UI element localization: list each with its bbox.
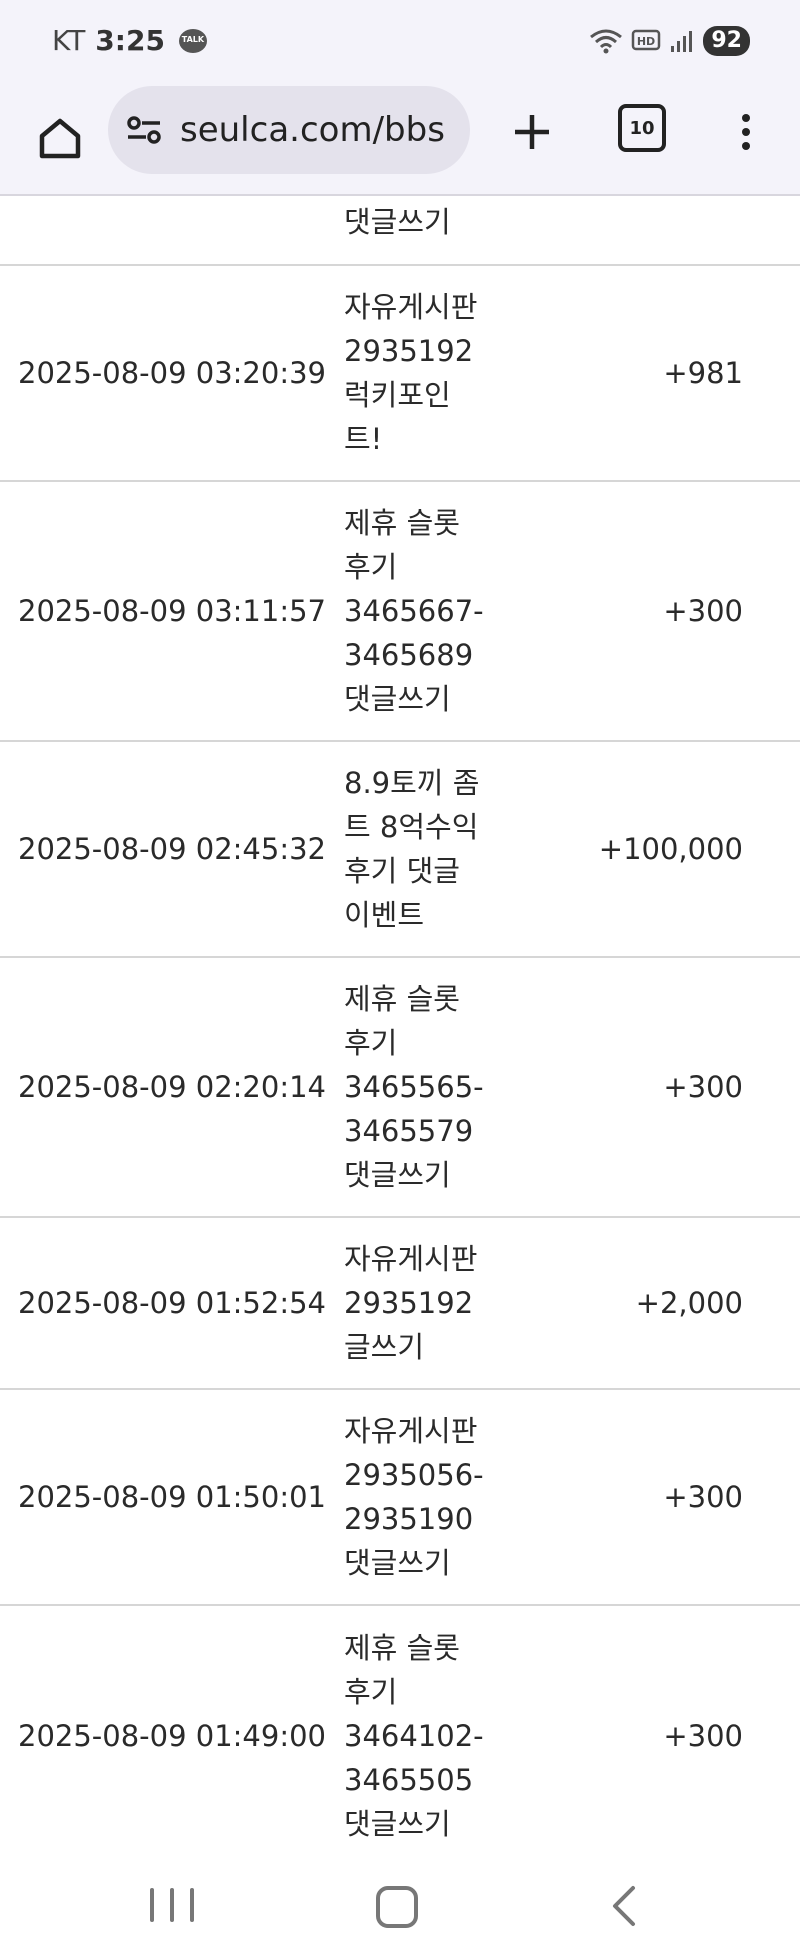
row-amount: +981 <box>663 356 743 390</box>
row-description: 자유게시판 2935192 럭키포인 트! <box>344 290 478 456</box>
row-date: 2025-08-09 02:45:32 <box>18 832 326 866</box>
new-tab-button[interactable] <box>500 100 564 164</box>
table-row: 2025-08-09 03:20:39 자유게시판 2935192 럭키포인 트… <box>0 266 800 482</box>
status-right: HD 92 <box>589 26 750 56</box>
row-date: 2025-08-09 03:20:39 <box>18 356 326 390</box>
clock: 3:25 <box>95 24 165 57</box>
wifi-icon <box>590 29 623 54</box>
point-history-list: 댓글쓰기 2025-08-09 03:20:39 자유게시판 2935192 럭… <box>0 196 800 1866</box>
row-date: 2025-08-09 01:52:54 <box>18 1286 326 1320</box>
menu-dot-icon <box>742 142 750 150</box>
plus-icon <box>515 115 549 149</box>
browser-menu-button[interactable] <box>722 100 770 164</box>
row-amount: +300 <box>663 594 743 628</box>
row-amount: +300 <box>663 1070 743 1104</box>
status-bar: KT 3:25 TALK HD 92 <box>0 0 800 86</box>
row-date: 2025-08-09 01:50:01 <box>18 1480 326 1514</box>
url-text: seulca.com/bbs <box>180 110 445 150</box>
menu-dot-icon <box>742 128 750 136</box>
home-button[interactable] <box>28 106 92 170</box>
system-home-button[interactable] <box>376 1886 418 1928</box>
system-navigation-bar <box>0 1862 800 1956</box>
row-description: 자유게시판 2935192 글쓰기 <box>344 1242 478 1364</box>
row-description: 제휴 슬롯 후기 3465667- 3465689 댓글쓰기 <box>344 506 484 716</box>
row-description: 8.9토끼 좀 트 8억수익 후기 댓글 이벤트 <box>344 766 480 932</box>
row-amount: +300 <box>663 1719 743 1753</box>
back-button[interactable] <box>602 1884 646 1928</box>
row-amount: +100,000 <box>598 832 743 866</box>
address-bar[interactable]: seulca.com/bbs <box>108 86 470 174</box>
row-date: 2025-08-09 02:20:14 <box>18 1070 326 1104</box>
row-date: 2025-08-09 03:11:57 <box>18 594 326 628</box>
table-row: 2025-08-09 01:50:01 자유게시판 2935056- 29351… <box>0 1390 800 1606</box>
back-chevron-icon <box>613 1886 635 1926</box>
kakaotalk-notification-icon: TALK <box>178 28 207 53</box>
row-description: 제휴 슬롯 후기 3465565- 3465579 댓글쓰기 <box>344 982 484 1192</box>
row-date: 2025-08-09 01:49:00 <box>18 1719 326 1753</box>
table-row: 2025-08-09 02:20:14 제휴 슬롯 후기 3465565- 34… <box>0 958 800 1218</box>
carrier-label: KT <box>52 24 86 57</box>
row-description: 자유게시판 2935056- 2935190 댓글쓰기 <box>344 1414 484 1580</box>
table-row: 2025-08-09 01:52:54 자유게시판 2935192 글쓰기 +2… <box>0 1218 800 1390</box>
hd-label: HD <box>637 35 655 48</box>
status-left: KT 3:25 TALK <box>52 24 207 57</box>
recent-apps-icon <box>190 1888 194 1922</box>
home-icon <box>39 118 81 159</box>
table-row: 2025-08-09 01:49:00 제휴 슬롯 후기 3464102- 34… <box>0 1606 800 1866</box>
talk-badge-text: TALK <box>181 34 205 44</box>
recent-apps-icon <box>150 1888 154 1922</box>
hd-voice-icon: HD <box>632 29 661 51</box>
table-row: 2025-08-09 02:45:32 8.9토끼 좀 트 8억수익 후기 댓글… <box>0 742 800 958</box>
row-description: 제휴 슬롯 후기 3464102- 3465505 댓글쓰기 <box>344 1631 484 1841</box>
menu-dot-icon <box>742 114 750 122</box>
row-amount: +2,000 <box>635 1286 743 1320</box>
site-settings-icon[interactable] <box>124 110 164 150</box>
table-row: 댓글쓰기 <box>0 196 800 266</box>
recent-apps-button[interactable] <box>150 1888 194 1928</box>
row-amount: +300 <box>663 1480 743 1514</box>
tab-switcher-button[interactable]: 10 <box>618 104 666 152</box>
tab-count: 10 <box>629 117 655 139</box>
signal-icon <box>671 31 693 52</box>
row-description: 댓글쓰기 <box>344 205 451 239</box>
browser-toolbar: seulca.com/bbs 10 <box>0 86 800 194</box>
battery-level: 92 <box>703 26 750 56</box>
recent-apps-icon <box>170 1888 174 1922</box>
table-row: 2025-08-09 03:11:57 제휴 슬롯 후기 3465667- 34… <box>0 482 800 742</box>
